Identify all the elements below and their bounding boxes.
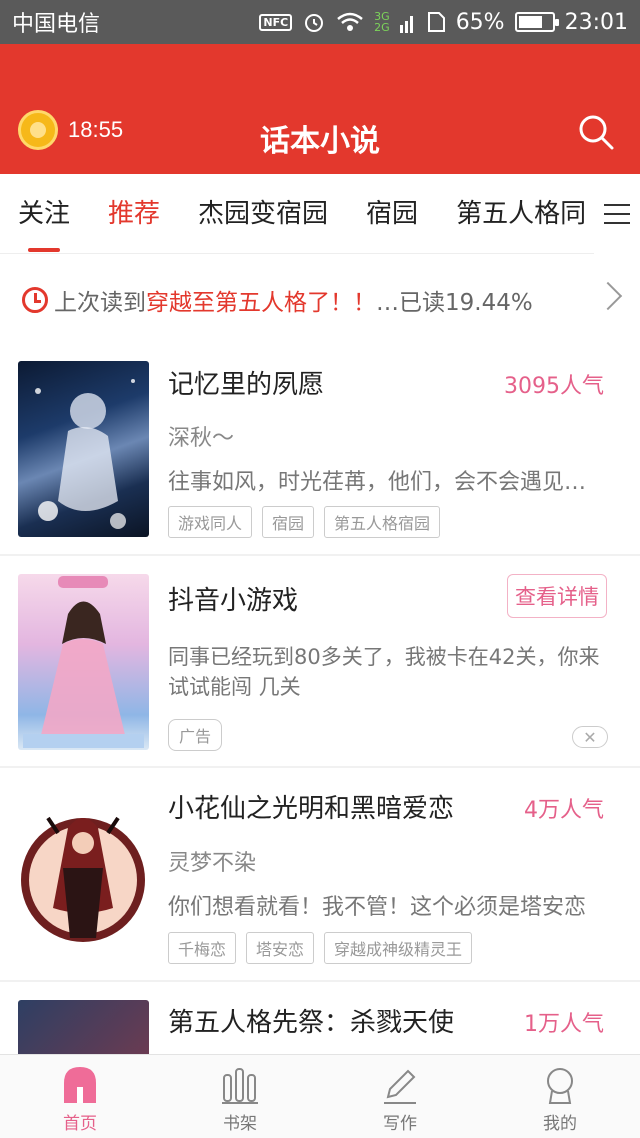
- book-description: 往事如风，时光荏苒，他们，会不会遇见彼此呢: [168, 470, 608, 495]
- tab-identity-v[interactable]: 第五人格同: [456, 174, 586, 253]
- book-author: 深秋～: [168, 426, 235, 451]
- ad-item[interactable]: 抖音小游戏 查看详情 同事已经玩到80多关了，我被卡在42关，你来试试能闯 几关…: [0, 556, 640, 768]
- alarm-icon: [305, 14, 324, 32]
- nfc-icon: NFC: [259, 13, 293, 31]
- battery-icon: [514, 12, 559, 32]
- page-title: 话本小说: [260, 124, 380, 159]
- nav-write[interactable]: 写作: [320, 1055, 480, 1138]
- book-cover: [18, 788, 149, 964]
- book-cover-art: [21, 816, 145, 942]
- book-popularity: 3095人气: [504, 374, 604, 399]
- ad-image-art: [23, 576, 144, 748]
- category-tabs: 关注 推荐 杰园变宿园 宿园 第五人格同: [0, 174, 640, 254]
- status-bar: 中国电信 NFC 3G 2G 65% 23:01: [0, 0, 640, 44]
- close-ad-icon[interactable]: ✕: [572, 726, 608, 748]
- profile-icon: [547, 1068, 573, 1104]
- nav-profile-label: 我的: [543, 1114, 577, 1134]
- tab-menu-icon[interactable]: [594, 174, 640, 254]
- last-read-banner[interactable]: 上次读到 穿越至第五人格了！！ …已读19.44%: [0, 270, 640, 330]
- last-read-progress: …已读19.44%: [376, 290, 533, 316]
- signal-bars-icon: [399, 16, 413, 33]
- pen-icon: [384, 1069, 416, 1104]
- book-popularity: 4万人气: [524, 798, 604, 823]
- book-cover-art: [35, 379, 135, 529]
- book-tag[interactable]: 塔安恋: [246, 932, 315, 964]
- ad-image: [18, 574, 149, 750]
- nav-home[interactable]: 首页: [0, 1055, 160, 1138]
- last-read-prefix: 上次读到: [54, 290, 146, 316]
- tab-follow[interactable]: 关注: [18, 174, 70, 253]
- book-cover: [18, 361, 149, 537]
- book-tag[interactable]: 穿越成神级精灵王: [324, 932, 473, 964]
- tab-recommend[interactable]: 推荐: [108, 174, 160, 253]
- book-tag[interactable]: 第五人格宿园: [324, 506, 441, 538]
- book-tag[interactable]: 宿园: [262, 506, 315, 538]
- tab-su-yuan[interactable]: 宿园: [366, 174, 418, 253]
- book-item[interactable]: 小花仙之光明和黑暗爱恋 4万人气 灵梦不染 你们想看就看！我不管！这个必须是塔安…: [0, 768, 640, 982]
- book-tag[interactable]: 千梅恋: [168, 932, 237, 964]
- book-item[interactable]: 第五人格先祭：杀戮天使 1万人气: [0, 982, 640, 1054]
- bookshelf-icon: [222, 1068, 258, 1104]
- battery-fill: [518, 16, 542, 28]
- clock-icon: [22, 287, 48, 313]
- book-author: 灵梦不染: [168, 851, 257, 876]
- status-time: 23:01: [564, 9, 628, 35]
- signal-3g-2g-icon: 3G 2G: [374, 11, 390, 33]
- search-icon[interactable]: [576, 112, 616, 152]
- wifi-icon: [337, 12, 363, 31]
- book-popularity: 1万人气: [524, 1012, 604, 1037]
- nav-home-label: 首页: [63, 1114, 97, 1134]
- home-icon: [64, 1067, 96, 1103]
- book-description: 你们想看就看！我不管！这个必须是塔安恋: [168, 895, 587, 920]
- last-read-title: 穿越至第五人格了！！: [146, 290, 376, 316]
- view-details-button[interactable]: 查看详情: [507, 574, 607, 618]
- nav-bookshelf-label: 书架: [223, 1114, 257, 1134]
- nav-bookshelf[interactable]: 书架: [160, 1055, 320, 1138]
- nav-write-label: 写作: [383, 1114, 417, 1134]
- nav-profile[interactable]: 我的: [480, 1055, 640, 1138]
- battery-percent: 65%: [455, 9, 505, 35]
- network-2g-label: 2G: [374, 21, 390, 34]
- book-item[interactable]: 记忆里的夙愿 3095人气 深秋～ 往事如风，时光荏苒，他们，会不会遇见彼此呢 …: [0, 346, 640, 556]
- ad-description: 同事已经玩到80多关了，我被卡在42关，你来试试能闯 几关: [168, 645, 600, 699]
- sim-icon: [427, 12, 445, 32]
- ad-label: 广告: [168, 719, 223, 751]
- tab-jie-yuan[interactable]: 杰园变宿园: [198, 174, 328, 253]
- bottom-navigation: 首页 书架 写作 我的: [0, 1054, 640, 1138]
- book-cover: [18, 1000, 149, 1054]
- book-tag[interactable]: 游戏同人: [168, 506, 253, 538]
- carrier-name: 中国电信: [12, 12, 101, 37]
- chevron-right-icon: [593, 281, 623, 311]
